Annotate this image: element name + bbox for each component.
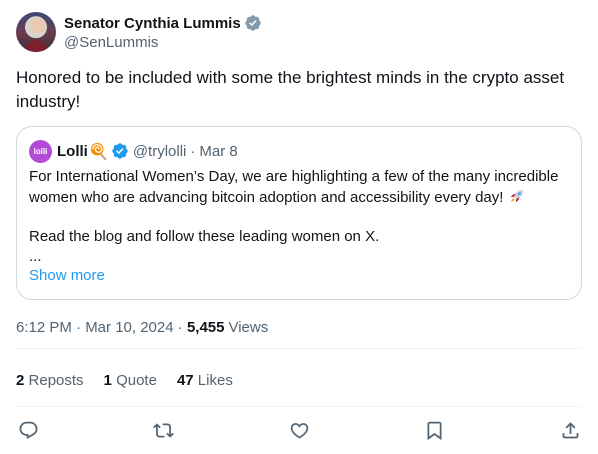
show-more-link[interactable]: Show more [29, 267, 105, 284]
share-icon [562, 421, 578, 438]
like-icon [290, 422, 308, 439]
quoted-tweet-text: For International Women’s Day, we are hi… [29, 167, 573, 267]
tweet-meta: 6:12 PM · Mar 10, 2024 · 5,455 Views [16, 317, 268, 337]
quoted-tweet-date[interactable]: Mar 8 [199, 143, 237, 160]
author-names: Senator Cynthia Lummis @SenLummis [64, 13, 262, 51]
quoted-verified-badge-icon[interactable] [111, 142, 129, 160]
likes-stat[interactable]: 47 Likes [177, 372, 233, 389]
quoted-date-separator: · [190, 142, 196, 160]
bookmark-icon [427, 421, 442, 440]
reply-button[interactable] [16, 418, 40, 442]
repost-button[interactable] [152, 418, 176, 442]
share-button[interactable] [558, 418, 582, 442]
engagement-stats: 2 Reposts 1 Quote 47 Likes [16, 370, 253, 390]
quoted-author-avatar[interactable]: lolli [29, 139, 52, 163]
reply-icon [19, 421, 37, 439]
quoted-text-line: women who are advancing bitcoin adoption… [29, 187, 573, 207]
author-handle[interactable]: @SenLummis [64, 34, 262, 51]
quotes-count: 1 [103, 371, 112, 389]
likes-count: 47 [176, 371, 194, 389]
quoted-text-line-content: women who are advancing bitcoin adoption… [29, 189, 504, 206]
quoted-author-name[interactable]: Lolli [57, 143, 88, 160]
quoted-text-line: ... [29, 248, 42, 265]
display-name-row: Senator Cynthia Lummis [64, 13, 262, 33]
divider [16, 348, 582, 349]
bookmark-button[interactable] [423, 418, 447, 442]
repost-icon [153, 422, 174, 438]
meta-separator: · [173, 318, 187, 336]
tweet-header: Senator Cynthia Lummis @SenLummis [16, 12, 262, 52]
reposts-count: 2 [16, 371, 25, 389]
lollipop-emoji-icon [90, 142, 107, 160]
verified-badge-icon[interactable] [244, 14, 262, 32]
reposts-stat[interactable]: 2 Reposts [16, 372, 84, 389]
quoted-tweet-card[interactable]: lolli Lolli @trylolli · Mar 8 For Intern… [16, 126, 582, 300]
author-display-name[interactable]: Senator Cynthia Lummis [64, 15, 241, 32]
quotes-stat[interactable]: 1 Quote [104, 372, 157, 389]
quoted-text-line: Read the blog and follow these leading w… [29, 228, 380, 245]
quoted-tweet-header: lolli Lolli @trylolli · Mar 8 [29, 139, 238, 163]
likes-label: Likes [197, 371, 233, 389]
tweet-timestamp[interactable]: 6:12 PM · Mar 10, 2024 [16, 319, 174, 336]
quotes-label: Quote [116, 371, 157, 389]
reposts-label: Reposts [28, 371, 84, 389]
divider [16, 406, 582, 407]
quoted-author-handle[interactable]: @trylolli [133, 143, 187, 160]
quoted-text-line [29, 207, 573, 227]
quoted-text-line: For International Women’s Day, we are hi… [29, 168, 559, 185]
like-button[interactable] [287, 418, 311, 442]
views-label: Views [228, 318, 269, 336]
tweet-text: Honored to be included with some the bri… [16, 68, 565, 111]
action-bar [16, 418, 582, 442]
author-avatar[interactable] [16, 12, 56, 52]
views-count: 5,455 [186, 318, 225, 336]
rocket-emoji-icon [510, 189, 523, 203]
